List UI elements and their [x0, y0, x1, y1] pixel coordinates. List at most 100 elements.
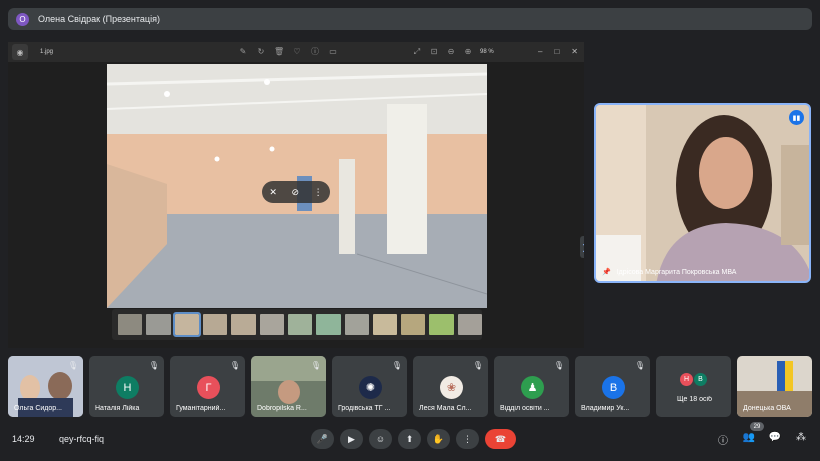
- call-controls: 🎤 ▶ ☺ ⬆ ✋ ⋮ ☎: [311, 429, 516, 449]
- participant-name: Гродівська ТГ ...: [338, 405, 391, 412]
- clock: 14:29: [12, 434, 35, 444]
- participant-tile[interactable]: Донецька ОВА: [737, 356, 812, 417]
- participant-tile[interactable]: 🎙 ♟ Відділ освіти ...: [494, 356, 569, 417]
- pin-off-icon[interactable]: ✕: [269, 187, 277, 198]
- presenter-bar[interactable]: О Олена Свідрак (Презентація): [8, 8, 812, 30]
- thumbnail[interactable]: [344, 314, 369, 335]
- shared-screen: ◉ 1.jpg ✎ ↻ 🗑 ♡ ⓘ ▭ ⤢ ⊡ ⊖ ⊕ 98 % ‒ □ ✕ ✕…: [8, 42, 584, 348]
- avatar: В: [602, 376, 625, 399]
- avatar: В: [694, 373, 707, 386]
- info-icon[interactable]: ⓘ: [310, 46, 320, 58]
- participant-tile[interactable]: 🎙 Dobropilska R...: [251, 356, 326, 417]
- side-controls: ⓘ 👥 💬 ⁂: [716, 432, 808, 447]
- meeting-code: qey-rfcq-fiq: [59, 434, 105, 444]
- raise-hand-button[interactable]: ✋: [427, 429, 450, 449]
- presenter-avatar: О: [16, 12, 29, 26]
- minimize-icon[interactable]: ‒: [538, 46, 542, 58]
- participant-name: Відділ освіти ...: [500, 405, 550, 412]
- delete-icon[interactable]: 🗑: [274, 46, 284, 58]
- image-viewer-toolbar: ◉ 1.jpg ✎ ↻ 🗑 ♡ ⓘ ▭ ⤢ ⊡ ⊖ ⊕ 98 % ‒ □ ✕: [8, 42, 584, 62]
- people-icon[interactable]: 👥: [742, 432, 756, 447]
- edit-icon[interactable]: ✎: [238, 46, 248, 58]
- participant-name: Наталія Лійка: [95, 405, 140, 412]
- mic-off-icon: 🎙: [229, 361, 240, 370]
- participant-tile[interactable]: 🎙 Ольга Сидор...: [8, 356, 83, 417]
- image-viewer-icon: ◉: [12, 44, 28, 60]
- zoom-out-icon[interactable]: ⊖: [446, 46, 456, 58]
- zoom-level: 98 %: [480, 49, 494, 55]
- avatar: Н: [680, 373, 693, 386]
- rotate-icon[interactable]: ↻: [256, 46, 266, 58]
- participant-name: Гуманітарний...: [176, 405, 226, 412]
- thumbnail[interactable]: [457, 314, 483, 335]
- thumbnail[interactable]: [429, 314, 454, 335]
- mic-off-icon: 🎙: [310, 361, 321, 370]
- favorite-icon[interactable]: ♡: [292, 46, 302, 58]
- participant-name: Dobropilska R...: [257, 405, 307, 412]
- activities-icon[interactable]: ⁂: [794, 432, 808, 447]
- thumbnail-strip: [112, 309, 483, 340]
- present-button[interactable]: ⬆: [398, 429, 421, 449]
- presenter-title: Олена Свідрак (Презентація): [38, 14, 160, 24]
- avatar-photo-icon: ❀: [440, 376, 463, 399]
- thumbnail[interactable]: [401, 314, 426, 335]
- thumbnail[interactable]: [231, 314, 256, 335]
- maximize-icon[interactable]: □: [554, 46, 559, 58]
- avatar-logo-icon: ♟: [521, 376, 544, 399]
- camera-icon: ▶: [348, 433, 355, 444]
- participant-name: Ольга Сидор...: [14, 405, 63, 412]
- chat-icon[interactable]: 💬: [768, 432, 782, 447]
- avatar: Г: [197, 376, 220, 399]
- present-icon: ⬆: [405, 433, 414, 444]
- thumbnail-selected[interactable]: [172, 312, 201, 337]
- mic-off-icon: 🎙: [391, 361, 402, 370]
- thumbnail[interactable]: [146, 314, 171, 335]
- mic-off-icon: 🎙: [148, 361, 159, 370]
- speaking-indicator-icon: ▮▮: [789, 110, 804, 125]
- camera-button[interactable]: ▶: [340, 429, 363, 449]
- zoom-in-icon[interactable]: ⊕: [463, 46, 473, 58]
- mic-off-icon: 🎙: [67, 361, 78, 370]
- emoji-button[interactable]: ☺: [369, 429, 392, 449]
- file-name: 1.jpg: [40, 49, 54, 55]
- avatar: Н: [116, 376, 139, 399]
- mic-off-icon: 🎙: [634, 361, 645, 370]
- participant-tile[interactable]: 🎙 ❀ Леся Мала Сл...: [413, 356, 488, 417]
- mic-off-icon: 🎙: [472, 361, 483, 370]
- mic-off-icon: 🎙: [553, 361, 564, 370]
- presentation-controls[interactable]: ✕ ⊘ ⋮: [262, 181, 330, 203]
- speaker-name: Ідрісова Маргарита Покровська МВА: [616, 268, 737, 276]
- fit-icon[interactable]: ⊡: [429, 46, 439, 58]
- thumbnail[interactable]: [202, 314, 228, 335]
- more-vert-icon: ⋮: [463, 433, 472, 444]
- fullscreen-icon[interactable]: ⤢: [412, 46, 422, 58]
- more-options-button[interactable]: ⋮: [456, 429, 479, 449]
- hide-icon[interactable]: ⊘: [291, 187, 299, 198]
- thumbnail[interactable]: [372, 314, 398, 335]
- thumbnail[interactable]: [259, 314, 284, 335]
- participant-tile[interactable]: 🎙 Г Гуманітарний...: [170, 356, 245, 417]
- participant-count-badge: 29: [750, 422, 764, 431]
- share-icon[interactable]: ▭: [328, 46, 338, 58]
- participant-name: Владимир Ук...: [581, 405, 630, 412]
- thumbnail[interactable]: [287, 314, 313, 335]
- avatar-emblem-icon: ✺: [359, 376, 382, 399]
- thumbnail[interactable]: [118, 314, 143, 335]
- microphone-button[interactable]: 🎤: [311, 429, 334, 449]
- more-participants-label: Ще 18 осіб: [676, 396, 713, 403]
- pin-icon[interactable]: 📌: [602, 268, 611, 276]
- close-icon[interactable]: ✕: [571, 46, 578, 58]
- expand-panel-icon[interactable]: ❯: [580, 236, 584, 258]
- more-participants-tile[interactable]: Н В Ще 18 осіб: [656, 356, 731, 417]
- participant-name: Леся Мала Сл...: [419, 405, 472, 412]
- thumbnail[interactable]: [316, 314, 341, 335]
- info-icon[interactable]: ⓘ: [716, 432, 730, 447]
- emoji-icon: ☺: [375, 434, 386, 444]
- speaker-tile[interactable]: ▮▮ 📌 Ідрісова Маргарита Покровська МВА: [594, 103, 811, 283]
- more-options-icon[interactable]: ⋮: [314, 187, 323, 198]
- phone-hangup-icon: ☎: [494, 433, 507, 444]
- participant-tile[interactable]: 🎙 В Владимир Ук...: [575, 356, 650, 417]
- participant-tile[interactable]: 🎙 ✺ Гродівська ТГ ...: [332, 356, 407, 417]
- leave-call-button[interactable]: ☎: [485, 429, 516, 449]
- participant-tile[interactable]: 🎙 Н Наталія Лійка: [89, 356, 164, 417]
